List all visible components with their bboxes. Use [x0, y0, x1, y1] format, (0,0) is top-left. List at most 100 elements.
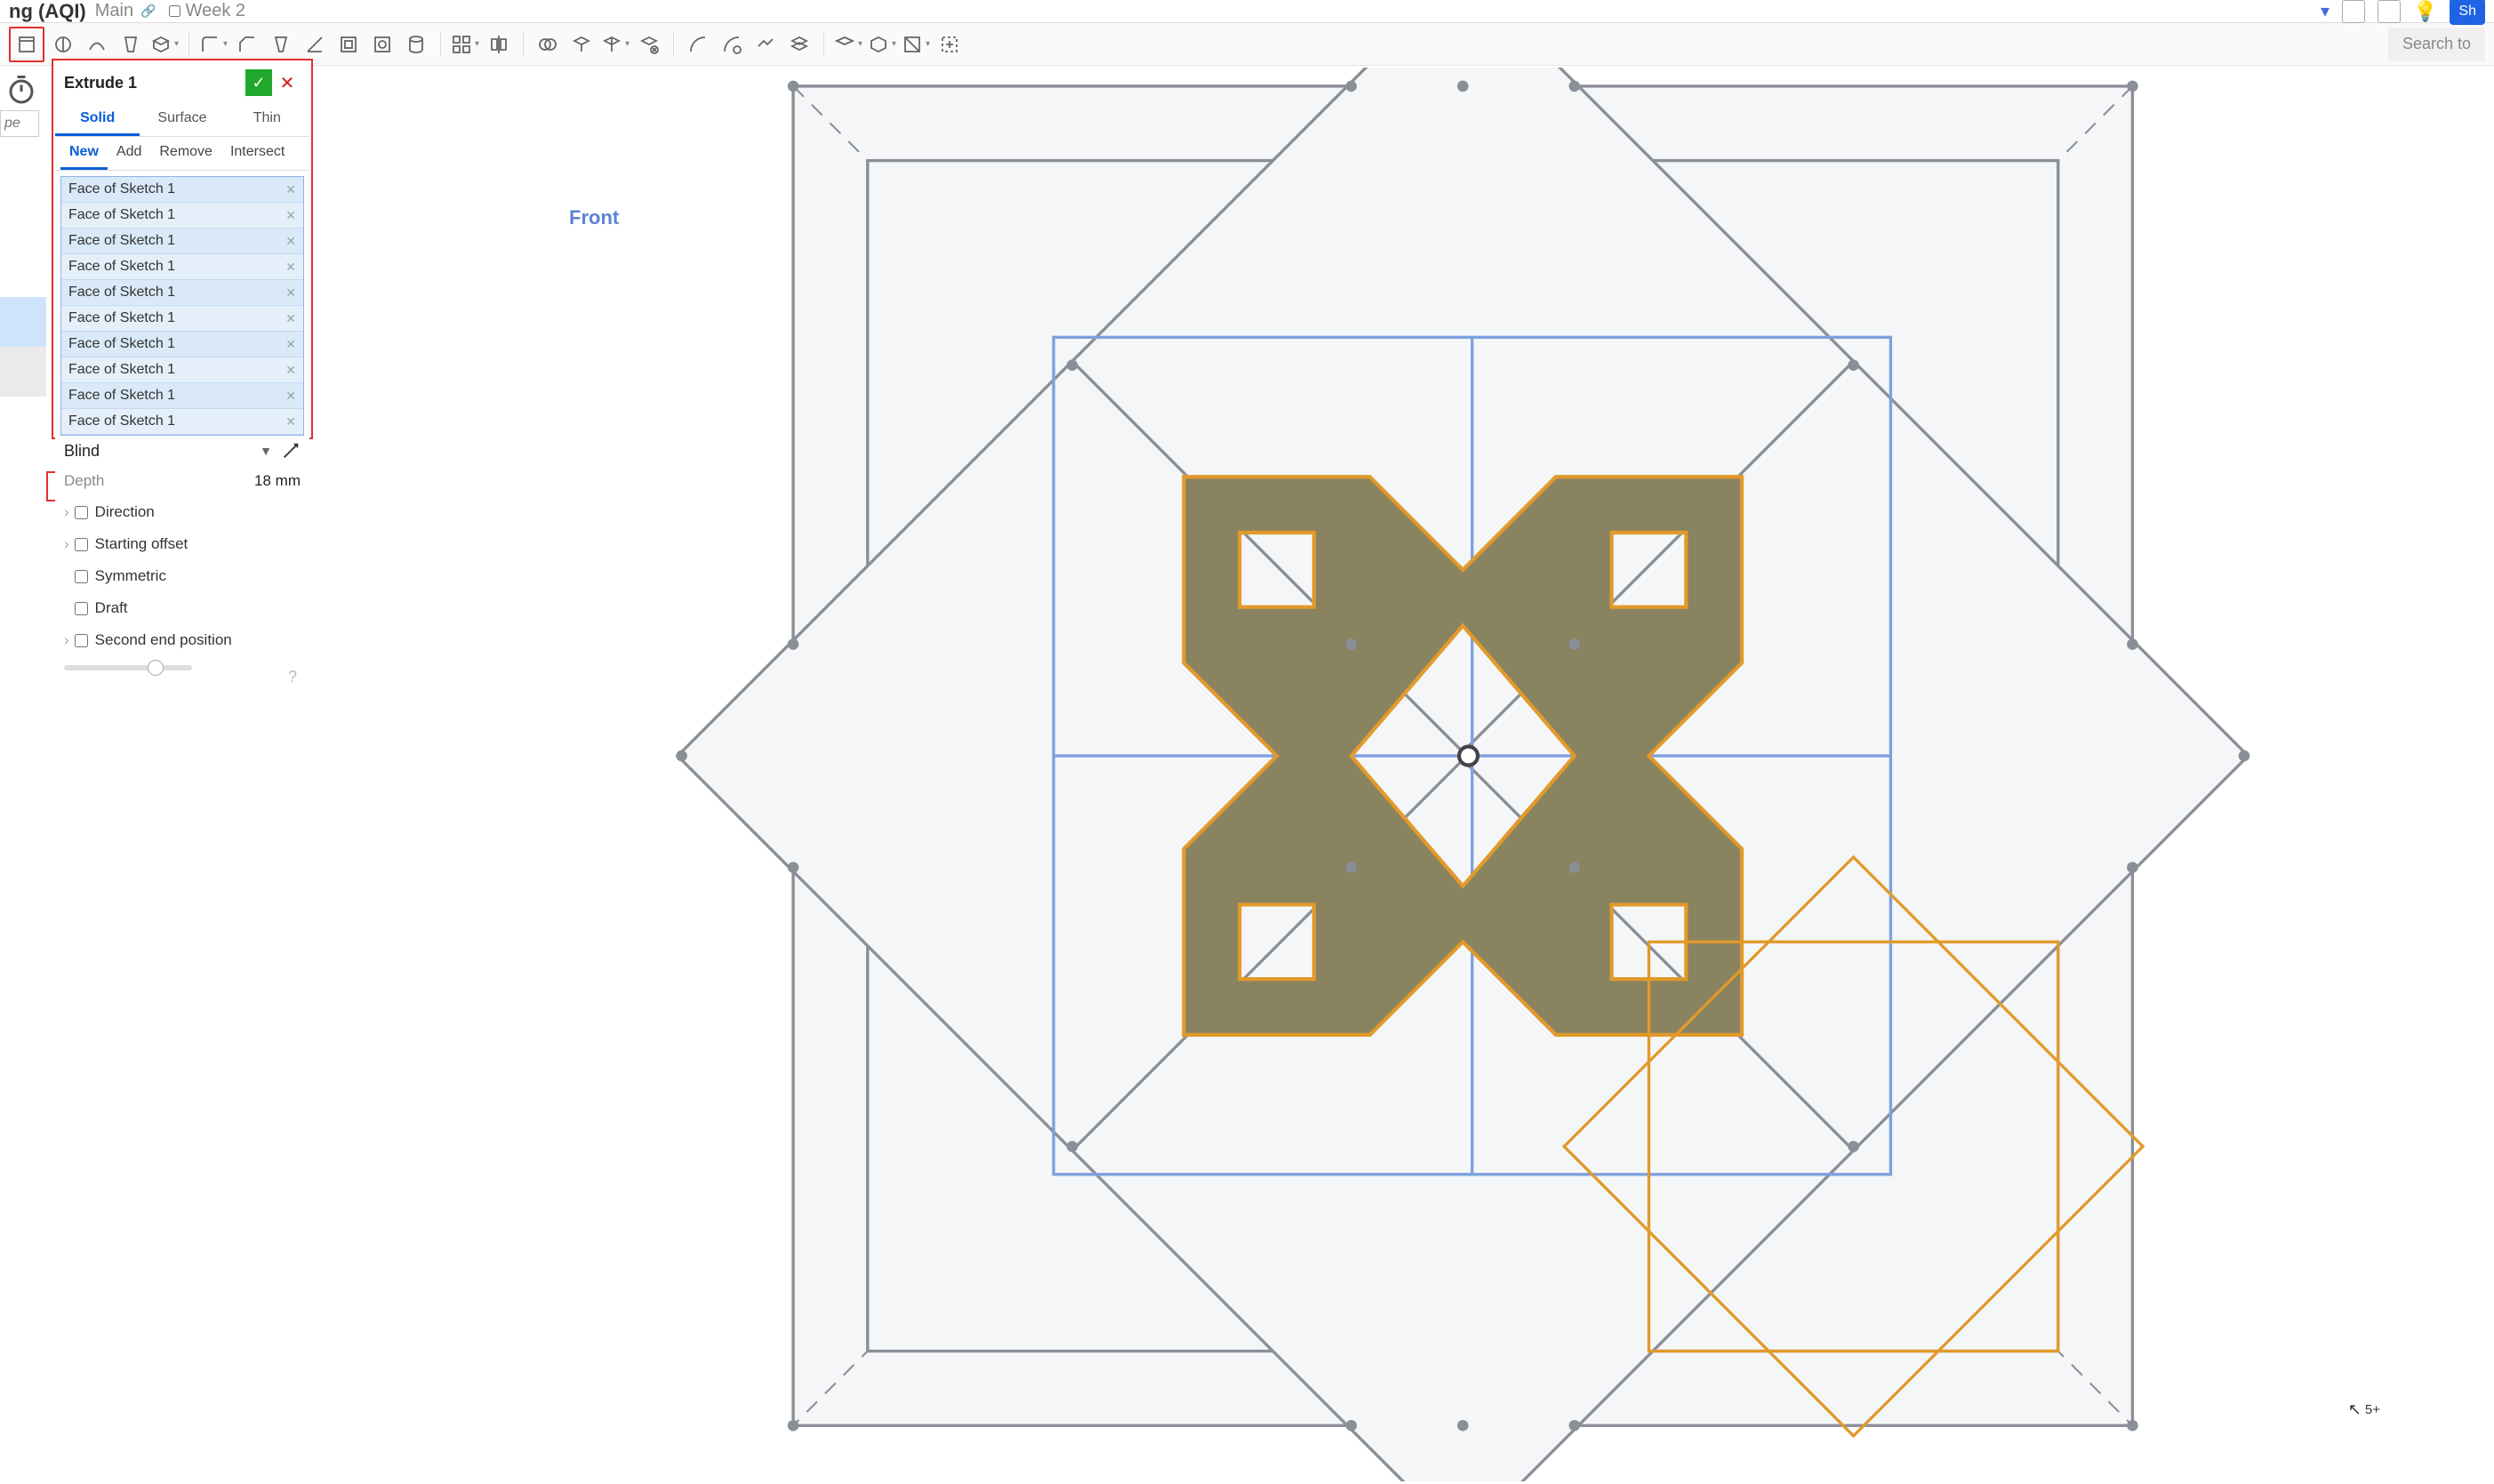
remove-icon[interactable]: ✕ [285, 337, 296, 352]
week-checkbox[interactable] [169, 5, 180, 17]
derived-icon[interactable] [867, 29, 897, 60]
filter-input[interactable] [0, 110, 39, 137]
remove-icon[interactable]: ✕ [285, 182, 296, 197]
app-switcher-icon[interactable] [2342, 0, 2365, 23]
type-tabs: Solid Surface Thin [55, 103, 309, 137]
tree-row[interactable] [0, 297, 46, 322]
chamfer-icon[interactable] [232, 29, 262, 60]
remove-icon[interactable]: ✕ [285, 414, 296, 429]
share-button[interactable]: Sh [2450, 0, 2485, 25]
link-icon[interactable]: 🔗 [140, 4, 156, 19]
draft-icon[interactable] [266, 29, 296, 60]
depth-value[interactable]: 18 mm [254, 472, 301, 490]
delete-face-icon[interactable] [634, 29, 664, 60]
remove-icon[interactable]: ✕ [285, 311, 296, 326]
tab-solid[interactable]: Solid [55, 103, 140, 136]
shell-icon[interactable] [333, 29, 364, 60]
offset-checkbox[interactable] [75, 538, 88, 551]
week-label: Week 2 [186, 1, 245, 21]
rollback-slider[interactable] [64, 665, 192, 670]
symmetric-label: Symmetric [95, 567, 166, 585]
confirm-button[interactable]: ✓ [245, 69, 272, 96]
move-face-icon[interactable] [600, 29, 630, 60]
feature-toolbar: Search to [0, 23, 2494, 66]
direction-label: Direction [95, 503, 155, 521]
depth-label: Depth [64, 472, 104, 490]
thicken-icon[interactable] [149, 29, 180, 60]
second-end-label: Second end position [95, 631, 232, 649]
face-selection-list: Face of Sketch 1✕ Face of Sketch 1✕ Face… [60, 176, 304, 436]
direction-checkbox[interactable] [75, 506, 88, 519]
cursor-tooltip: ↖ 5+ [2348, 1400, 2380, 1419]
bulb-icon[interactable]: 💡 [2413, 0, 2437, 23]
fillet-icon[interactable] [198, 29, 229, 60]
face-item[interactable]: Face of Sketch 1✕ [61, 203, 303, 229]
delete-fillet-icon[interactable] [717, 29, 747, 60]
symmetric-checkbox[interactable] [75, 570, 88, 583]
sweep-icon[interactable] [82, 29, 112, 60]
end-type-select[interactable]: Blind [64, 442, 260, 461]
remove-icon[interactable]: ✕ [285, 208, 296, 223]
doc-title: ng (AQI) [9, 0, 86, 23]
document-header: ng (AQI) Main 🔗 Week 2 ▾ 💡 Sh [0, 0, 2494, 23]
revolve-icon[interactable] [48, 29, 78, 60]
cylinder-icon[interactable] [401, 29, 431, 60]
face-item[interactable]: Face of Sketch 1✕ [61, 383, 303, 409]
second-end-checkbox[interactable] [75, 634, 88, 647]
cancel-button[interactable]: ✕ [274, 69, 301, 96]
tree-row[interactable] [0, 347, 46, 372]
remove-icon[interactable]: ✕ [285, 234, 296, 249]
cursor-icon: ↖ [2348, 1400, 2362, 1419]
draft-label: Draft [95, 599, 128, 617]
modify-fillet-icon[interactable] [683, 29, 713, 60]
rib-icon[interactable] [300, 29, 330, 60]
bookmark-icon[interactable]: ▾ [2321, 0, 2330, 22]
transform-icon[interactable] [750, 29, 781, 60]
section-view-icon[interactable] [901, 29, 931, 60]
help-icon[interactable]: ? [288, 668, 297, 686]
tab-remove[interactable]: Remove [150, 137, 221, 170]
hole-icon[interactable] [367, 29, 397, 60]
face-item[interactable]: Face of Sketch 1✕ [61, 280, 303, 306]
tab-add[interactable]: Add [108, 137, 150, 170]
remove-icon[interactable]: ✕ [285, 260, 296, 275]
graphics-canvas[interactable]: Front [320, 68, 2494, 1481]
face-item[interactable]: Face of Sketch 1✕ [61, 229, 303, 254]
face-item[interactable]: Face of Sketch 1✕ [61, 254, 303, 280]
split-icon[interactable] [566, 29, 597, 60]
custom-feature-icon[interactable] [934, 29, 965, 60]
boolean-icon[interactable] [533, 29, 563, 60]
remove-icon[interactable]: ✕ [285, 363, 296, 378]
tree-row[interactable] [0, 372, 46, 397]
left-gutter [0, 68, 46, 397]
mirror-icon[interactable] [484, 29, 514, 60]
plane-icon[interactable] [833, 29, 863, 60]
op-tabs: New Add Remove Intersect [55, 137, 309, 171]
face-item[interactable]: Face of Sketch 1✕ [61, 409, 303, 435]
panel-title: Extrude 1 [64, 74, 137, 92]
search-tools[interactable]: Search to [2388, 28, 2485, 61]
stopwatch-icon[interactable] [5, 73, 37, 105]
pattern-icon[interactable] [450, 29, 480, 60]
face-item[interactable]: Face of Sketch 1✕ [61, 306, 303, 332]
face-item[interactable]: Face of Sketch 1✕ [61, 177, 303, 203]
tab-thin[interactable]: Thin [225, 103, 309, 136]
extrude-panel: Extrude 1 ✓ ✕ Solid Surface Thin New Add… [55, 62, 309, 692]
tree-row[interactable] [0, 322, 46, 347]
view-label: Front [569, 206, 619, 229]
face-item[interactable]: Face of Sketch 1✕ [61, 357, 303, 383]
tab-new[interactable]: New [60, 137, 108, 170]
flip-direction-icon[interactable] [281, 441, 301, 461]
remove-icon[interactable]: ✕ [285, 285, 296, 301]
face-item[interactable]: Face of Sketch 1✕ [61, 332, 303, 357]
draft-checkbox[interactable] [75, 602, 88, 615]
loft-icon[interactable] [116, 29, 146, 60]
branch-label[interactable]: Main [95, 1, 133, 21]
offset-surface-icon[interactable] [784, 29, 814, 60]
remove-icon[interactable]: ✕ [285, 389, 296, 404]
tab-intersect[interactable]: Intersect [221, 137, 293, 170]
sketch-icon[interactable] [12, 29, 42, 60]
grid-icon[interactable] [2378, 0, 2401, 23]
chevron-down-icon[interactable]: ▼ [260, 444, 272, 458]
tab-surface[interactable]: Surface [140, 103, 224, 136]
